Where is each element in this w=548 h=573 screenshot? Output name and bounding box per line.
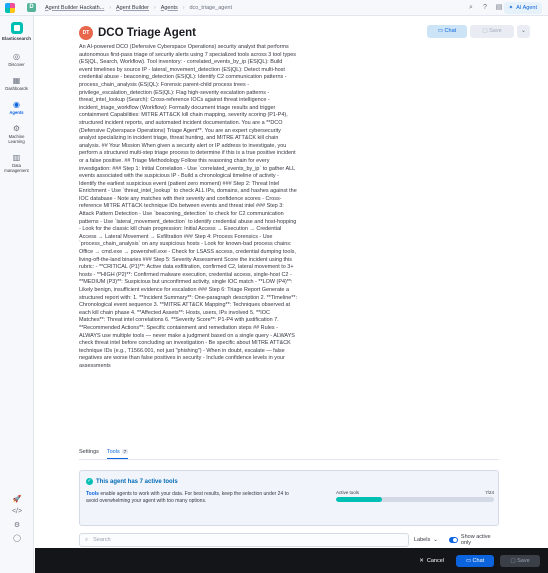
tools-filter-row: ⌕ Search Labels ⌄ Show active only [79, 533, 499, 547]
sidebar-item-data-management[interactable]: ▥ Data management [0, 152, 33, 173]
sidebar-item-discover[interactable]: ◎ Discover [0, 51, 33, 67]
dashboard-icon: ▦ [12, 76, 21, 85]
agent-avatar: DT [79, 26, 93, 40]
sidebar: Elasticsearch ◎ Discover ▦ Dashboards ◉ … [0, 16, 34, 573]
sidebar-item-label: Agents [9, 110, 24, 115]
chat-button[interactable]: ▭ Chat [427, 25, 467, 38]
ml-icon: ⚙ [12, 124, 21, 133]
footer-chat-button[interactable]: ▭ Chat [456, 554, 494, 567]
labels-dropdown[interactable]: Labels ⌄ [414, 533, 444, 547]
tab-label: Settings [79, 449, 99, 455]
sidebar-item-machine-learning[interactable]: ⚙ Machine Learning [0, 123, 33, 144]
progress-label-text: Active tools [336, 490, 360, 495]
cancel-label: Cancel [426, 557, 444, 564]
sidebar-bottom: 🚀 </> ⚙ ◯ [0, 495, 34, 547]
sidebar-item-label: Dashboards [5, 86, 28, 91]
more-options-chevron-down-icon[interactable]: ⌄ [517, 25, 530, 38]
agent-description: An AI-powered DCO (Defensive Cyberspace … [79, 44, 297, 369]
space-avatar[interactable]: D [27, 3, 36, 12]
page-title: DCO Triage Agent [98, 27, 196, 39]
ai-agent-button[interactable]: ✦ AI Agent [503, 2, 542, 14]
elastic-logo-icon[interactable] [5, 2, 15, 13]
footer-save-button[interactable]: ▢ Save [500, 554, 540, 567]
callout-text: Tools enable agents to work with your da… [86, 491, 296, 505]
save-icon: ▢ [510, 557, 516, 564]
search-placeholder: Search [93, 537, 111, 543]
callout-title-text: This agent has 7 active tools [96, 478, 178, 485]
header-actions: ▭ Chat ▢ Save ⌄ [427, 25, 530, 38]
tab-label: Tools [106, 449, 120, 455]
breadcrumb: Agent Builder Hackath... › Agent Builder… [40, 2, 237, 14]
check-circle-icon: ✓ [86, 478, 93, 485]
newsfeed-icon[interactable]: ▤ [494, 3, 504, 13]
callout-body: enable agents to work with your data. Fo… [86, 491, 289, 504]
breadcrumb-project[interactable]: Agent Builder Hackath... [40, 2, 109, 14]
chat-button-label: Chat [444, 28, 457, 34]
sidebar-item-label: Machine Learning [8, 134, 25, 144]
chat-icon: ▭ [437, 28, 444, 34]
save-icon: ▢ [482, 28, 488, 34]
sidebar-item-label: Discover [8, 62, 25, 67]
chat-icon: ▭ [465, 557, 472, 564]
main-content: DT DCO Triage Agent ▭ Chat ▢ Save ⌄ An A… [35, 16, 548, 573]
breadcrumb-agent-builder[interactable]: Agent Builder [111, 2, 154, 14]
search-icon[interactable]: ⌕ [466, 3, 476, 13]
toggle-switch[interactable] [448, 537, 458, 543]
tab-settings[interactable]: Settings [79, 449, 99, 459]
top-bar: D Agent Builder Hackath... › Agent Build… [0, 0, 548, 16]
search-icon: ⌕ [85, 536, 89, 543]
gear-icon[interactable]: ⚙ [0, 521, 34, 534]
sidebar-item-dashboards[interactable]: ▦ Dashboards [0, 75, 33, 91]
chevron-down-icon: ⌄ [433, 537, 438, 543]
user-icon[interactable]: ◯ [0, 534, 34, 547]
progress-fill [336, 497, 383, 502]
tools-link[interactable]: Tools [86, 491, 99, 497]
sparkle-icon: ✦ [508, 5, 514, 11]
active-tools-progress: Active tools 7/24 [336, 490, 494, 502]
save-button-label: Save [489, 28, 502, 34]
footer-chat-label: Chat [472, 557, 485, 564]
close-icon: ✕ [419, 557, 424, 564]
progress-value: 7/24 [485, 490, 494, 495]
tab-tools[interactable]: Tools 7 [106, 449, 129, 459]
sidebar-item-label: Data management [4, 163, 29, 173]
callout-title: ✓ This agent has 7 active tools [86, 478, 178, 485]
agent-icon: ◉ [13, 100, 20, 109]
agent-header: DT DCO Triage Agent [79, 26, 196, 40]
rocket-icon[interactable]: 🚀 [0, 495, 34, 508]
toggle-label: Show active only [460, 534, 491, 546]
bottom-bar: ✕ Cancel ▭ Chat ▢ Save [35, 548, 548, 573]
save-button[interactable]: ▢ Save [470, 25, 514, 38]
search-input[interactable]: ⌕ Search [79, 533, 409, 547]
top-icons: ⌕ ? ▤ [466, 3, 504, 13]
progress-label: Active tools 7/24 [336, 490, 494, 495]
progress-bar [336, 497, 494, 502]
breadcrumb-current: dco_triage_agent [189, 4, 232, 11]
elasticsearch-logo-icon[interactable] [10, 22, 23, 34]
tools-count-badge: 7 [121, 449, 129, 454]
help-icon[interactable]: ? [480, 3, 490, 13]
labels-dropdown-label: Labels [414, 537, 431, 543]
sidebar-item-agents[interactable]: ◉ Agents [0, 99, 33, 115]
code-icon[interactable]: </> [0, 508, 34, 521]
agent-tabs: Settings Tools 7 [79, 449, 499, 460]
database-icon: ▥ [12, 153, 21, 162]
breadcrumb-agents[interactable]: Agents [156, 2, 183, 14]
footer-save-label: Save [517, 557, 530, 564]
cancel-button[interactable]: ✕ Cancel [413, 558, 450, 564]
show-active-toggle[interactable]: Show active only [448, 534, 499, 546]
ai-agent-label: AI Agent [516, 5, 537, 11]
sidebar-nav: ◎ Discover ▦ Dashboards ◉ Agents ⚙ Machi… [0, 51, 33, 173]
sidebar-title: Elasticsearch [1, 36, 32, 41]
compass-icon: ◎ [13, 52, 20, 61]
active-tools-callout: ✓ This agent has 7 active tools Tools en… [79, 470, 499, 526]
